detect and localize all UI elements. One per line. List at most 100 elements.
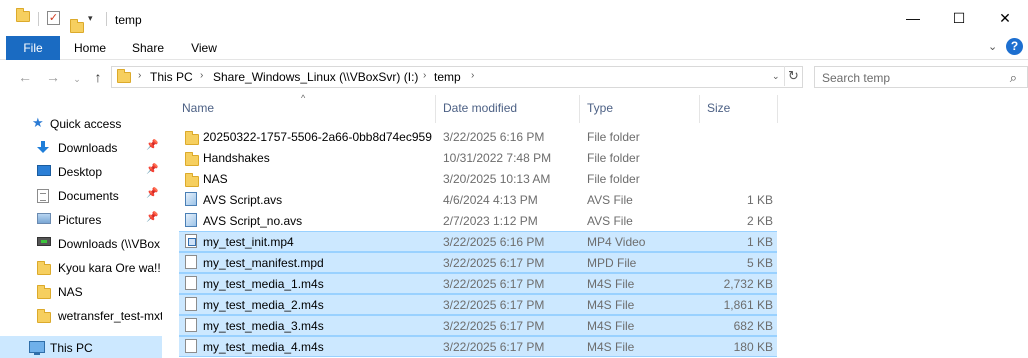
folder-icon: [185, 152, 199, 166]
file-size: 5 KB: [746, 256, 773, 270]
file-icon: [185, 255, 197, 269]
file-type: M4S File: [587, 319, 635, 333]
sidebar-item-downloads[interactable]: Downloads 📌: [0, 136, 162, 158]
sidebar-item-desktop[interactable]: Desktop 📌: [0, 160, 162, 182]
tab-share[interactable]: Share: [124, 36, 172, 60]
column-divider[interactable]: [579, 95, 580, 123]
tab-view[interactable]: View: [180, 36, 228, 60]
refresh-button[interactable]: ↻: [784, 66, 802, 86]
sidebar-item-label: This PC: [50, 341, 93, 355]
pin-icon[interactable]: 📌: [146, 140, 158, 151]
file-row[interactable]: 20250322-1757-5506-2a66-0bb8d74ec959 3/2…: [179, 126, 777, 147]
sidebar-item-downloads-network[interactable]: Downloads (\\VBox: [0, 232, 162, 254]
pin-icon[interactable]: 📌: [146, 164, 158, 175]
breadcrumb-separator[interactable]: ›: [471, 70, 474, 81]
file-row[interactable]: AVS Script_no.avs 2/7/2023 1:12 PM AVS F…: [179, 210, 777, 231]
folder-icon: [37, 261, 51, 275]
file-row[interactable]: my_test_media_1.m4s 3/22/2025 6:17 PM M4…: [179, 273, 777, 294]
maximize-button[interactable]: ☐: [936, 0, 982, 36]
minimize-button[interactable]: —: [890, 0, 936, 36]
column-header-type[interactable]: Type: [587, 101, 613, 115]
file-name: NAS: [203, 172, 228, 186]
folder-icon: [185, 131, 199, 145]
folder-icon[interactable]: [16, 8, 30, 22]
file-row[interactable]: Handshakes 10/31/2022 7:48 PM File folde…: [179, 147, 777, 168]
file-date: 2/7/2023 1:12 PM: [443, 214, 538, 228]
file-row[interactable]: my_test_media_3.m4s 3/22/2025 6:17 PM M4…: [179, 315, 777, 336]
breadcrumb-temp[interactable]: temp: [434, 70, 461, 84]
file-list: ^ Name Date modified Type Size 20250322-…: [162, 93, 1028, 358]
sidebar-item-nas[interactable]: NAS: [0, 280, 162, 302]
sidebar-item-label: Documents: [58, 189, 119, 203]
breadcrumb-separator[interactable]: ›: [200, 70, 203, 81]
breadcrumb-share-drive[interactable]: Share_Windows_Linux (\\VBoxSvr) (I:): [213, 70, 418, 84]
sidebar-item-kyou-kara[interactable]: Kyou kara Ore wa!! E: [0, 256, 162, 278]
file-row[interactable]: my_test_manifest.mpd 3/22/2025 6:17 PM M…: [179, 252, 777, 273]
file-size: 2,732 KB: [723, 277, 773, 291]
pin-icon[interactable]: 📌: [146, 212, 158, 223]
file-icon: [185, 276, 197, 290]
sidebar-item-label: wetransfer_test-mxt: [58, 309, 162, 323]
close-button[interactable]: ✕: [982, 0, 1028, 36]
sidebar-item-documents[interactable]: Documents 📌: [0, 184, 162, 206]
file-row[interactable]: my_test_media_4.m4s 3/22/2025 6:17 PM M4…: [179, 336, 777, 357]
tab-home[interactable]: Home: [66, 36, 114, 60]
column-divider[interactable]: [777, 95, 778, 123]
column-header-date-modified[interactable]: Date modified: [443, 101, 517, 115]
file-name: AVS Script_no.avs: [203, 214, 303, 228]
expand-ribbon-chevron-icon[interactable]: ⌄: [988, 40, 997, 53]
file-row[interactable]: AVS Script.avs 4/6/2024 4:13 PM AVS File…: [179, 189, 777, 210]
tab-file[interactable]: File: [6, 36, 60, 60]
breadcrumb-this-pc[interactable]: This PC: [150, 70, 193, 84]
toolbar-separator: [38, 12, 39, 26]
search-input[interactable]: Search temp ⌕: [814, 66, 1028, 88]
folder-icon: [37, 285, 51, 299]
file-type: MP4 Video: [587, 235, 646, 249]
sidebar-item-label: Downloads (\\VBox: [58, 237, 161, 251]
file-type: MPD File: [587, 256, 637, 270]
search-icon: ⌕: [1009, 70, 1017, 85]
file-type: File folder: [587, 130, 640, 144]
file-icon: [185, 297, 197, 311]
back-button[interactable]: ←: [16, 69, 34, 85]
up-button[interactable]: ↑: [89, 69, 107, 85]
file-row[interactable]: my_test_init.mp4 3/22/2025 6:16 PM MP4 V…: [179, 231, 777, 252]
help-icon[interactable]: ?: [1006, 38, 1023, 55]
properties-check-icon[interactable]: ✓: [47, 11, 60, 25]
pictures-icon: [37, 213, 51, 224]
file-icon: [185, 339, 197, 353]
file-row[interactable]: NAS 3/20/2025 10:13 AM File folder: [179, 168, 777, 189]
file-name: my_test_media_1.m4s: [203, 277, 324, 291]
column-divider[interactable]: [435, 95, 436, 123]
video-file-icon: [185, 234, 197, 248]
ribbon-tabs: File Home Share View ⌄ ?: [0, 36, 1028, 60]
address-bar[interactable]: › This PC › Share_Windows_Linux (\\VBoxS…: [111, 66, 803, 88]
sidebar-item-pictures[interactable]: Pictures 📌: [0, 208, 162, 230]
sidebar-item-this-pc[interactable]: This PC: [0, 336, 162, 358]
navigation-bar: ← → ⌄ ↑ › This PC › Share_Windows_Linux …: [0, 61, 1028, 93]
file-name: my_test_media_4.m4s: [203, 340, 324, 354]
file-date: 3/22/2025 6:17 PM: [443, 277, 545, 291]
recent-locations-button[interactable]: ⌄: [68, 71, 86, 87]
customize-toolbar-dropdown[interactable]: ▾: [88, 11, 100, 25]
file-name: AVS Script.avs: [203, 193, 283, 207]
sidebar-item-label: Quick access: [50, 117, 122, 131]
sidebar-item-wetransfer[interactable]: wetransfer_test-mxt: [0, 304, 162, 326]
pin-icon[interactable]: 📌: [146, 188, 158, 199]
breadcrumb-separator[interactable]: ›: [423, 70, 426, 81]
sidebar-item-quick-access[interactable]: ★ Quick access: [0, 112, 162, 134]
file-date: 3/22/2025 6:16 PM: [443, 235, 545, 249]
column-header-name[interactable]: Name: [182, 101, 214, 115]
file-date: 3/22/2025 6:17 PM: [443, 298, 545, 312]
search-placeholder: Search temp: [822, 71, 891, 85]
file-type: AVS File: [587, 214, 633, 228]
file-row[interactable]: my_test_media_2.m4s 3/22/2025 6:17 PM M4…: [179, 294, 777, 315]
address-history-dropdown[interactable]: ⌄: [772, 71, 780, 82]
new-folder-icon[interactable]: [70, 19, 84, 33]
file-date: 3/20/2025 10:13 AM: [443, 172, 551, 186]
breadcrumb-separator[interactable]: ›: [138, 70, 141, 81]
column-divider[interactable]: [699, 95, 700, 123]
forward-button[interactable]: →: [44, 69, 62, 85]
column-header-size[interactable]: Size: [707, 101, 730, 115]
file-date: 10/31/2022 7:48 PM: [443, 151, 552, 165]
